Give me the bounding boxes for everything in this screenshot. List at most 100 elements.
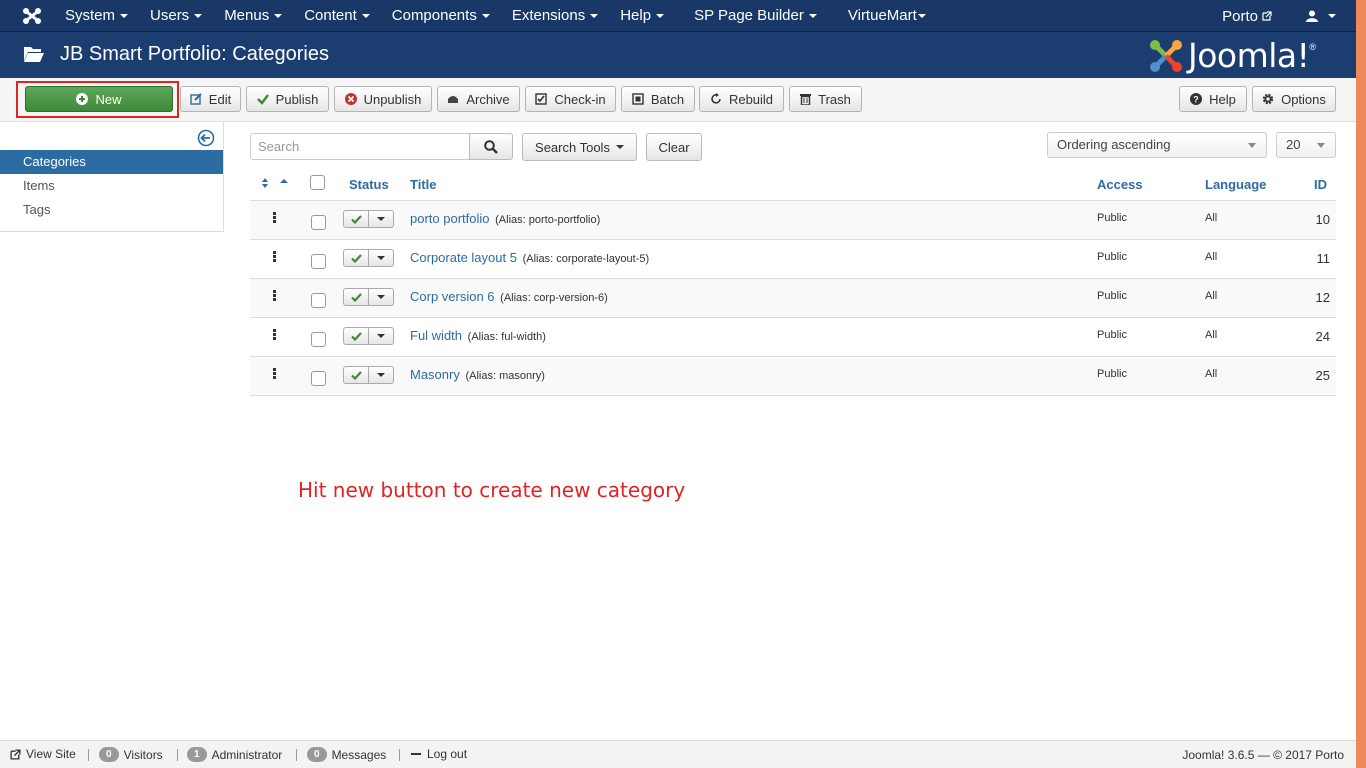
published-toggle[interactable]	[343, 210, 369, 228]
edit-button[interactable]: Edit	[180, 86, 241, 112]
sidebar-item-items[interactable]: Items	[0, 174, 223, 198]
ordering-sort-icon[interactable]	[260, 177, 290, 189]
batch-button[interactable]: Batch	[621, 86, 695, 112]
row-checkbox[interactable]	[311, 254, 326, 269]
category-title-link[interactable]: Ful width	[410, 328, 462, 343]
category-alias: (Alias: ful-width)	[467, 331, 546, 343]
menu-extensions[interactable]: Extensions	[501, 0, 609, 32]
column-title[interactable]: Title	[410, 177, 437, 192]
menu-menus[interactable]: Menus	[213, 0, 293, 32]
rebuild-button[interactable]: Rebuild	[699, 86, 784, 112]
drag-handle-icon[interactable]	[273, 290, 277, 302]
published-toggle[interactable]	[343, 249, 369, 267]
visitors-link[interactable]: 0 Visitors	[99, 747, 163, 762]
divider	[177, 749, 178, 761]
status-dropdown[interactable]	[369, 327, 394, 345]
menu-users[interactable]: Users	[139, 0, 213, 32]
copyright-label: — © 2017 Porto	[1257, 748, 1344, 762]
search-button[interactable]	[469, 133, 513, 160]
column-access[interactable]: Access	[1097, 177, 1143, 192]
id-cell: 12	[1315, 290, 1330, 305]
sidebar: Categories Items Tags	[0, 122, 224, 232]
external-link-icon	[10, 748, 21, 760]
ordering-select[interactable]: Ordering ascending	[1047, 132, 1267, 158]
check-icon	[350, 292, 362, 302]
published-toggle[interactable]	[343, 288, 369, 306]
site-link[interactable]: Porto	[1222, 8, 1272, 25]
menu-components[interactable]: Components	[381, 0, 501, 32]
check-icon	[256, 94, 269, 105]
menu-sp-page-builder[interactable]: SP Page Builder	[675, 0, 828, 32]
divider	[399, 749, 400, 761]
limit-select-value: 20	[1286, 137, 1301, 152]
search-tools-button[interactable]: Search Tools	[522, 133, 637, 161]
row-checkbox[interactable]	[311, 215, 326, 230]
checkin-button[interactable]: Check-in	[525, 86, 616, 112]
joomla-menu-icon[interactable]	[22, 7, 42, 25]
menu-extensions-label: Extensions	[511, 7, 586, 24]
category-alias: (Alias: masonry)	[465, 370, 545, 382]
view-site-link[interactable]: View Site	[10, 747, 76, 761]
status-dropdown[interactable]	[369, 249, 394, 267]
status-toggle	[343, 366, 394, 384]
column-id[interactable]: ID	[1314, 177, 1327, 192]
menu-virtuemart[interactable]: VirtueMart	[828, 0, 937, 32]
version-label: Joomla! 3.6.5	[1182, 748, 1255, 762]
sidebar-item-categories[interactable]: Categories	[0, 150, 223, 174]
row-checkbox[interactable]	[311, 371, 326, 386]
options-button[interactable]: Options	[1252, 86, 1336, 112]
chevron-down-icon	[377, 295, 385, 299]
drag-handle-icon[interactable]	[273, 368, 277, 380]
title-cell: Corp version 6 (Alias: corp-version-6)	[410, 289, 608, 304]
publish-button[interactable]: Publish	[246, 86, 329, 112]
unpublish-button[interactable]: Unpublish	[334, 86, 432, 112]
language-cell: All	[1205, 251, 1218, 263]
row-checkbox[interactable]	[311, 332, 326, 347]
logout-link[interactable]: Log out	[410, 747, 467, 761]
column-status[interactable]: Status	[349, 177, 389, 192]
help-button[interactable]: ? Help	[1179, 86, 1247, 112]
messages-link[interactable]: 0 Messages	[307, 747, 386, 762]
joomla-logo: Joomla! ®	[1148, 36, 1316, 75]
check-icon	[350, 214, 362, 224]
status-dropdown[interactable]	[369, 366, 394, 384]
menu-users-label: Users	[150, 7, 190, 24]
category-title-link[interactable]: porto portfolio	[410, 211, 490, 226]
id-cell: 11	[1316, 251, 1331, 266]
published-toggle[interactable]	[343, 327, 369, 345]
limit-select[interactable]: 20	[1276, 132, 1336, 158]
archive-button[interactable]: Archive	[437, 86, 520, 112]
menu-help[interactable]: Help	[609, 0, 675, 32]
access-cell: Public	[1097, 368, 1127, 380]
category-title-link[interactable]: Corp version 6	[410, 289, 495, 304]
user-menu[interactable]	[1306, 10, 1336, 22]
id-cell: 25	[1315, 368, 1330, 383]
access-cell: Public	[1097, 290, 1127, 302]
check-icon	[350, 331, 362, 341]
table-row: porto portfolio (Alias: porto-portfolio)…	[250, 201, 1336, 240]
drag-handle-icon[interactable]	[273, 251, 277, 263]
search-input[interactable]	[250, 133, 470, 160]
column-language[interactable]: Language	[1205, 177, 1266, 192]
external-link-icon	[1262, 11, 1272, 21]
sidebar-item-tags[interactable]: Tags	[0, 198, 223, 222]
status-dropdown[interactable]	[369, 288, 394, 306]
chevron-down-icon	[361, 14, 370, 19]
status-dropdown[interactable]	[369, 210, 394, 228]
category-title-link[interactable]: Masonry	[410, 367, 460, 382]
collapse-sidebar-icon[interactable]	[197, 129, 215, 147]
published-toggle[interactable]	[343, 366, 369, 384]
trash-button[interactable]: Trash	[789, 86, 862, 112]
clear-button[interactable]: Clear	[646, 133, 702, 161]
drag-handle-icon[interactable]	[273, 212, 277, 224]
menu-content[interactable]: Content	[293, 0, 381, 32]
drag-handle-icon[interactable]	[273, 329, 277, 341]
category-title-link[interactable]: Corporate layout 5	[410, 250, 517, 265]
administrator-link[interactable]: 1 Administrator	[187, 747, 282, 762]
row-checkbox[interactable]	[311, 293, 326, 308]
category-alias: (Alias: porto-portfolio)	[495, 214, 601, 226]
select-all-checkbox[interactable]	[310, 175, 325, 190]
joomla-logo-icon	[1150, 39, 1182, 72]
window-edge-strip	[1356, 0, 1366, 768]
menu-system[interactable]: System	[54, 0, 139, 32]
